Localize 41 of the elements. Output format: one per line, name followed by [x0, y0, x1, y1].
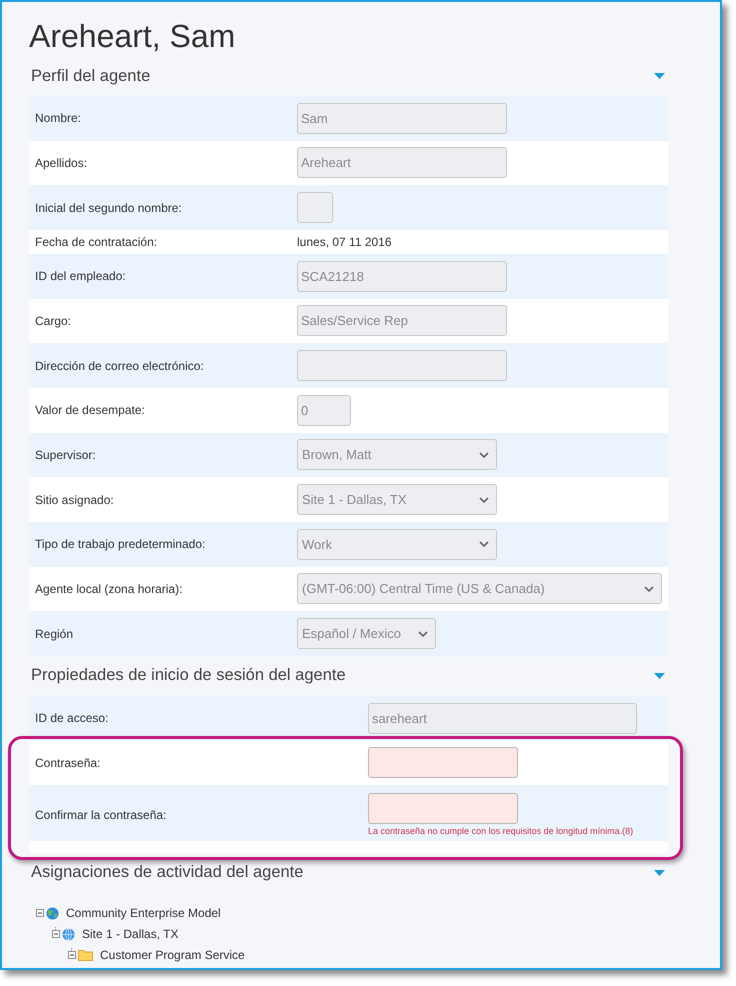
- field-label: Cargo:: [34, 314, 72, 328]
- globe-icon: [62, 928, 75, 941]
- minus-box-icon[interactable]: [52, 927, 60, 938]
- caret-icon[interactable]: [654, 73, 665, 79]
- section-title: Perfil del agente: [31, 66, 150, 86]
- field-label: Valor de desempate:: [34, 403, 146, 418]
- error-message: La contraseña no cumple con los requisitos de longitud mínima.(8): [368, 826, 634, 837]
- field-label: Tipo de trabajo predeterminado:: [34, 537, 206, 552]
- date-text: lunes, 07 11 2016: [297, 234, 392, 249]
- field-label: Agente local (zona horaria):: [34, 582, 184, 596]
- chevron-icon: [479, 541, 489, 548]
- field-label: Nombre:: [34, 111, 82, 126]
- caret-icon[interactable]: [654, 870, 665, 876]
- field-label: Contraseña:: [34, 756, 102, 770]
- minus-box-icon[interactable]: [36, 909, 44, 918]
- minus-box-icon[interactable]: [68, 948, 76, 960]
- section-title: Propiedades de inicio de sesión del agente: [31, 666, 346, 686]
- chevron-icon: [479, 452, 489, 458]
- tree-item[interactable]: Community Enterprise Model: [66, 906, 221, 920]
- field-label: ID del empleado:: [34, 269, 127, 284]
- caret-icon[interactable]: [654, 672, 665, 679]
- field-label: Fecha de contratación:: [34, 234, 158, 249]
- field-label: Confirmar la contraseña:: [34, 808, 168, 822]
- field-label: Inicial del segundo nombre:: [34, 200, 183, 215]
- chevron-icon: [418, 630, 428, 637]
- tree-item[interactable]: Site 1 - Dallas, TX: [82, 927, 178, 942]
- globe-icon: [46, 906, 59, 920]
- field-label: ID de acceso:: [34, 711, 110, 726]
- field-label: Sitio asignado:: [34, 492, 115, 507]
- field-label: Región: [34, 626, 74, 641]
- field-label: Dirección de correo electrónico:: [34, 358, 205, 373]
- field-label: Apellidos:: [34, 156, 88, 170]
- section-title: Asignaciones de actividad del agente: [31, 863, 304, 882]
- chevron-icon: [644, 586, 654, 592]
- chevron-icon: [479, 496, 489, 503]
- field-label: Supervisor:: [34, 448, 97, 462]
- password-field[interactable]: [368, 792, 518, 824]
- tree-item[interactable]: Customer Program Service: [100, 948, 245, 962]
- folder-icon: [78, 949, 93, 962]
- page-title: Areheart, Sam: [29, 17, 236, 56]
- password-field[interactable]: [368, 747, 518, 778]
